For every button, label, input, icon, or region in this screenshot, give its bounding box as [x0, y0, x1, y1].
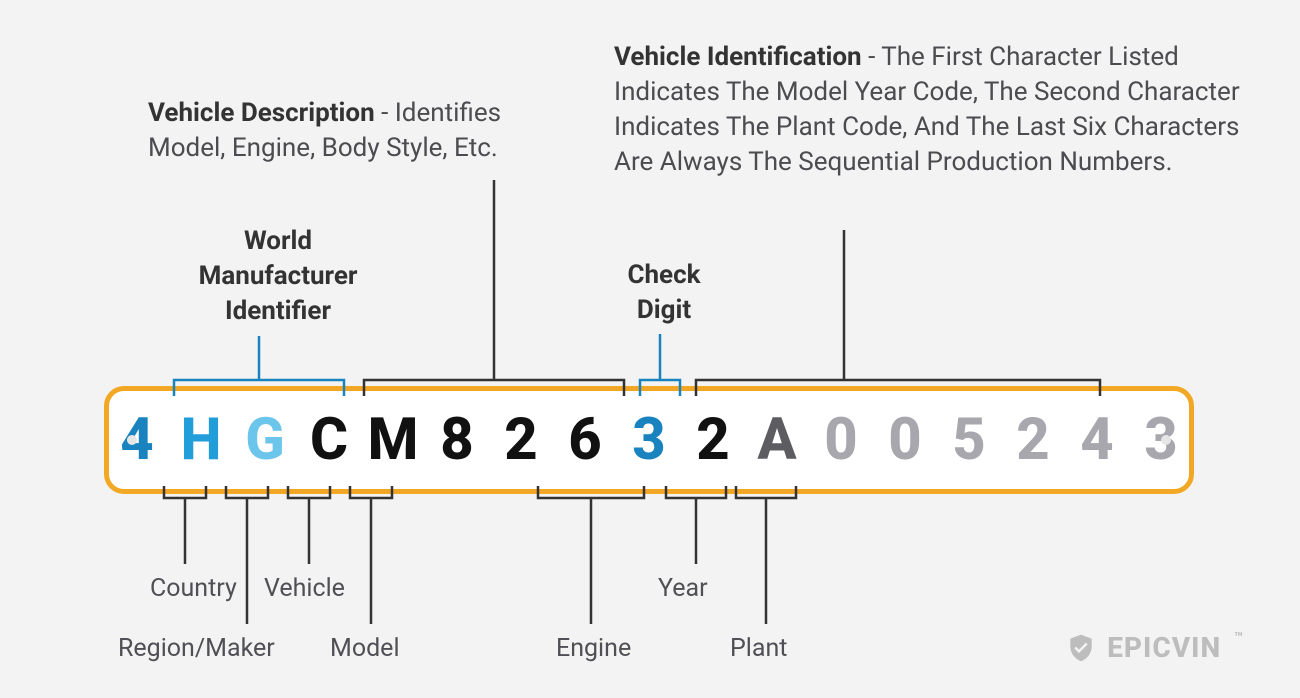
- vin-char: H: [172, 406, 230, 474]
- vin-char: 8: [428, 406, 486, 474]
- vin-char: A: [748, 406, 806, 474]
- brand-tm: ™: [1234, 630, 1244, 646]
- vin-char: M: [364, 406, 422, 474]
- vin-char: 2: [684, 406, 742, 474]
- vis-title: Vehicle Identification: [614, 42, 862, 72]
- vds-label: Vehicle Description - Identifies Model, …: [148, 96, 568, 166]
- brand-name: EPICVIN: [1107, 631, 1221, 664]
- brand-watermark: EPICVIN ™: [1065, 631, 1244, 664]
- vin-char: 2: [1004, 406, 1062, 474]
- vin-char: 0: [812, 406, 870, 474]
- vin-char: 2: [492, 406, 550, 474]
- vis-label: Vehicle Identification - The First Chara…: [614, 40, 1250, 180]
- vin-char: 0: [876, 406, 934, 474]
- vin-char: 5: [940, 406, 998, 474]
- shield-check-icon: [1065, 632, 1097, 664]
- sub-vehicle: Vehicle: [264, 574, 345, 603]
- vin-characters: 4HGCM82632A005243: [108, 406, 1190, 474]
- vin-char: 4: [1068, 406, 1126, 474]
- vds-title: Vehicle Description: [148, 98, 375, 128]
- sub-year: Year: [658, 574, 708, 603]
- sub-plant: Plant: [730, 634, 787, 663]
- check-label: Check Digit: [604, 258, 724, 328]
- sub-engine: Engine: [556, 634, 631, 663]
- vin-char: 3: [620, 406, 678, 474]
- vin-char: G: [236, 406, 294, 474]
- sub-country: Country: [150, 574, 237, 603]
- sub-region: Region/Maker: [118, 634, 275, 663]
- vin-char: 3: [1132, 406, 1190, 474]
- vin-char: 4: [108, 406, 166, 474]
- vin-char: C: [300, 406, 358, 474]
- vin-char: 6: [556, 406, 614, 474]
- vin-plate: 4HGCM82632A005243: [104, 386, 1194, 494]
- sub-model: Model: [330, 634, 400, 663]
- wmi-label: World Manufacturer Identifier: [178, 224, 378, 329]
